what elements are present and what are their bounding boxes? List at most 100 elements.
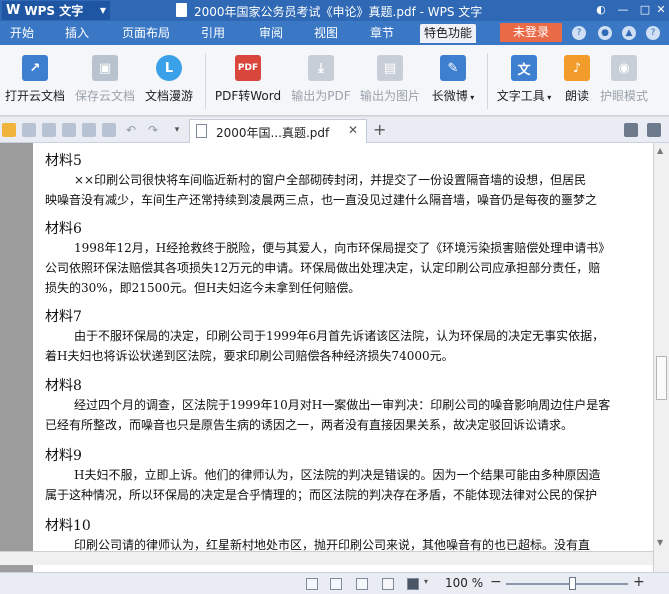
new-tab-button[interactable]: + (373, 120, 386, 139)
export-image-button[interactable]: ▤ 输出为图片 (358, 51, 422, 111)
weibo-icon: ✎ (440, 55, 466, 81)
open-folder-icon: ↗ (22, 55, 48, 81)
settings-icon[interactable] (647, 123, 661, 137)
minimize-button[interactable]: — (612, 1, 634, 19)
chevron-down-icon: ▼ (99, 6, 106, 15)
pdf-to-word-label: PDF转Word (214, 89, 282, 103)
user-icon[interactable]: ● (598, 26, 612, 40)
paragraph-line: 经过四个月的调查，区法院于1999年10月对H一案做出一审判决：印刷公司的噪音影… (74, 398, 611, 412)
material-8: 材料8 经过四个月的调查，区法院于1999年10月对H一案做出一审判决：印刷公司… (45, 375, 610, 435)
horizontal-scrollbar[interactable] (0, 551, 653, 565)
read-aloud-button[interactable]: ♪ 朗读 (562, 51, 592, 111)
tab-special-features[interactable]: 特色功能 (420, 24, 477, 43)
material-heading: 材料10 (45, 518, 91, 534)
pdf-icon: PDF (235, 55, 261, 81)
skin-icon[interactable]: ◐ (590, 1, 612, 19)
paragraph-line: 损失的30%，即21500元。但H夫妇迄今未拿到任何赔偿。 (45, 281, 361, 295)
close-tab-icon[interactable]: ✕ (348, 123, 358, 137)
pdf-file-icon (196, 124, 207, 138)
open-cloud-doc-label: 打开云文档 (4, 89, 65, 103)
ribbon-divider (487, 53, 488, 109)
material-9: 材料9 H夫妇不服，立即上诉。他们的律师认为，区法院的判决是错误的。因为一个结果… (45, 445, 600, 505)
eye-care-mode-button[interactable]: ◉ 护眼模式 (598, 51, 650, 111)
ribbon-divider (205, 53, 206, 109)
pdf-to-word-button[interactable]: PDF PDF转Word (213, 51, 283, 111)
zoom-out-button[interactable]: − (490, 574, 502, 590)
scrollbar-thumb[interactable] (656, 356, 667, 400)
export-icon[interactable] (42, 123, 56, 137)
fullscreen-icon[interactable] (306, 578, 318, 590)
doc-roaming-button[interactable]: L 文档漫游 (143, 51, 195, 111)
zoom-level[interactable]: 100 % (445, 576, 483, 590)
save-icon[interactable] (22, 123, 36, 137)
material-heading: 材料9 (45, 448, 82, 464)
paragraph-line: H夫妇不服，立即上诉。他们的律师认为，区法院的判决是错误的。因为一个结果可能由多… (74, 468, 601, 482)
cloud-icon: L (156, 55, 182, 81)
web-view-icon[interactable] (382, 578, 394, 590)
material-heading: 材料7 (45, 309, 82, 325)
tab-view[interactable]: 视图 (310, 24, 342, 43)
save-cloud-doc-button[interactable]: ▣ 保存云文档 (74, 51, 136, 111)
export-pdf-button[interactable]: ⤓ 输出为PDF (290, 51, 352, 111)
login-button[interactable]: 未登录 (500, 23, 562, 42)
save-cloud-doc-label: 保存云文档 (74, 89, 135, 103)
menu-bar: 开始 插入 页面布局 引用 审阅 视图 章节 特色功能 未登录 ? ● ▲ ? (0, 21, 669, 45)
document-tab-bar: ↶ ↷ ▾ 2000年国...真题.pdf ✕ + (0, 117, 669, 143)
material-5: 材料5 ××印刷公司很快将车间临近新村的窗户全部砌砖封闭，并提交了一份设置隔音墙… (45, 150, 597, 210)
tab-references[interactable]: 引用 (197, 24, 229, 43)
format-painter-icon[interactable] (102, 123, 116, 137)
paragraph-line: 公司依照环保法赔偿其各项损失12万元的申请。环保局做出处理决定，认定印刷公司应承… (45, 261, 601, 275)
tab-insert[interactable]: 插入 (61, 24, 93, 43)
material-10: 材料10 印刷公司请的律师认为，红星新村地处市区，抛开印刷公司来说，其他噪音有的… (45, 515, 590, 555)
minimize-ribbon-icon[interactable] (624, 123, 638, 137)
zoom-slider[interactable] (506, 583, 628, 585)
vertical-scrollbar[interactable]: ▲ ▼ (653, 143, 669, 572)
save-icon: ▣ (92, 55, 118, 81)
document-tab[interactable]: 2000年国...真题.pdf ✕ (189, 119, 367, 143)
print-icon[interactable] (62, 123, 76, 137)
shirt-icon[interactable]: ▲ (622, 26, 636, 40)
material-7: 材料7 由于不服环保局的决定，印刷公司于1999年6月首先诉诸该区法院，认为环保… (45, 306, 604, 366)
page-view-icon[interactable] (330, 578, 342, 590)
eye-icon: ◉ (611, 55, 637, 81)
text-tools-label: 文字工具 (496, 89, 545, 103)
zoom-in-button[interactable]: + (633, 574, 645, 590)
zoom-slider-thumb[interactable] (569, 577, 576, 590)
open-cloud-doc-button[interactable]: ↗ 打开云文档 (4, 51, 66, 111)
chevron-down-icon[interactable]: ▾ (424, 577, 428, 586)
wps-logo-icon: W (6, 3, 21, 18)
title-bar: W WPS 文字 ▼ 2000年国家公务员考试《申论》真题.pdf - WPS … (0, 0, 669, 21)
print-preview-icon[interactable] (82, 123, 96, 137)
outline-view-icon[interactable] (356, 578, 368, 590)
tab-start[interactable]: 开始 (6, 24, 38, 43)
paragraph-line: 由于不服环保局的决定，印刷公司于1999年6月首先诉诸该区法院，认为环保局的决定… (74, 329, 605, 343)
tab-chapter[interactable]: 章节 (366, 24, 398, 43)
document-view[interactable]: 材料5 ××印刷公司很快将车间临近新村的窗户全部砌砖封闭，并提交了一份设置隔音墙… (0, 143, 669, 572)
read-aloud-label: 朗读 (564, 89, 589, 103)
text-tools-button[interactable]: 文 文字工具 ▾ (494, 51, 554, 111)
tab-review[interactable]: 审阅 (255, 24, 287, 43)
close-button[interactable]: ✕ (650, 1, 669, 19)
material-heading: 材料8 (45, 378, 82, 394)
material-6: 材料6 1998年12月，H经抢救终于脱险，便与其爱人，向市环保局提交了《环境污… (45, 218, 610, 298)
feedback-icon[interactable]: ? (572, 26, 586, 40)
help-icon[interactable]: ? (646, 26, 660, 40)
tab-page-layout[interactable]: 页面布局 (118, 24, 174, 43)
wps-app-menu-button[interactable]: W WPS 文字 ▼ (2, 1, 110, 20)
eye-care-icon[interactable] (407, 578, 419, 590)
material-heading: 材料5 (45, 153, 82, 169)
status-bar: ▾ 100 % − + (0, 572, 669, 594)
open-folder-icon[interactable] (2, 123, 16, 137)
ribbon: ↗ 打开云文档 ▣ 保存云文档 L 文档漫游 PDF PDF转Word ⤓ 输出… (0, 45, 669, 116)
chevron-down-icon[interactable]: ▾ (170, 123, 184, 137)
scroll-up-icon[interactable]: ▲ (657, 146, 663, 155)
undo-icon[interactable]: ↶ (124, 123, 138, 137)
material-heading: 材料6 (45, 221, 82, 237)
eye-care-mode-label: 护眼模式 (599, 89, 648, 103)
export-image-icon: ▤ (377, 55, 403, 81)
document-tab-name: 2000年国...真题.pdf (216, 126, 330, 140)
long-weibo-button[interactable]: ✎ 长微博 ▾ (428, 51, 478, 111)
scroll-down-icon[interactable]: ▼ (657, 538, 663, 547)
paragraph-line: 着H夫妇也将诉讼状递到区法院，要求印刷公司赔偿各种经济损失74000元。 (45, 349, 454, 363)
redo-icon[interactable]: ↷ (146, 123, 160, 137)
